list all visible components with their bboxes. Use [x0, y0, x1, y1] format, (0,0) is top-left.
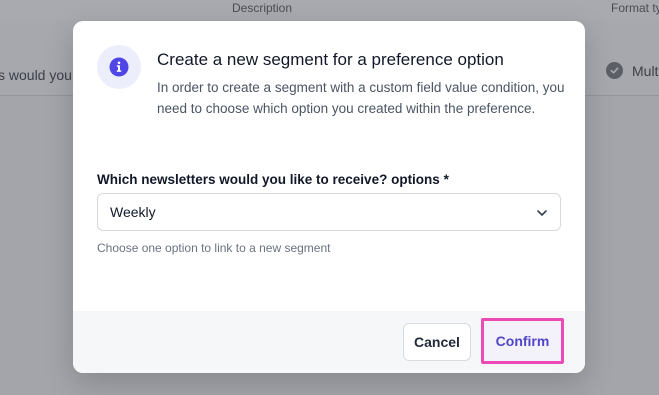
options-help-text: Choose one option to link to a new segme…: [97, 241, 331, 255]
cancel-button[interactable]: Cancel: [403, 323, 471, 361]
modal-footer: Cancel Confirm: [73, 311, 585, 373]
modal-description: In order to create a segment with a cust…: [157, 80, 565, 116]
modal-title: Create a new segment for a preference op…: [157, 50, 504, 69]
options-field-label: Which newsletters would you like to rece…: [97, 172, 449, 187]
chevron-down-icon: [537, 210, 547, 216]
background-table-header: Description Format ty: [0, 0, 659, 20]
options-select[interactable]: Weekly: [97, 193, 561, 231]
confirm-button[interactable]: Confirm: [481, 318, 564, 364]
options-select-value: Weekly: [110, 204, 156, 220]
info-icon: [97, 45, 141, 89]
column-header-description: Description: [232, 1, 293, 15]
background-row-description: s would you: [0, 67, 72, 83]
segment-modal: Create a new segment for a preference op…: [73, 21, 585, 373]
column-header-format: Format ty: [611, 1, 659, 15]
background-row-format: Mult: [632, 63, 659, 79]
check-circle-icon: [606, 62, 623, 79]
